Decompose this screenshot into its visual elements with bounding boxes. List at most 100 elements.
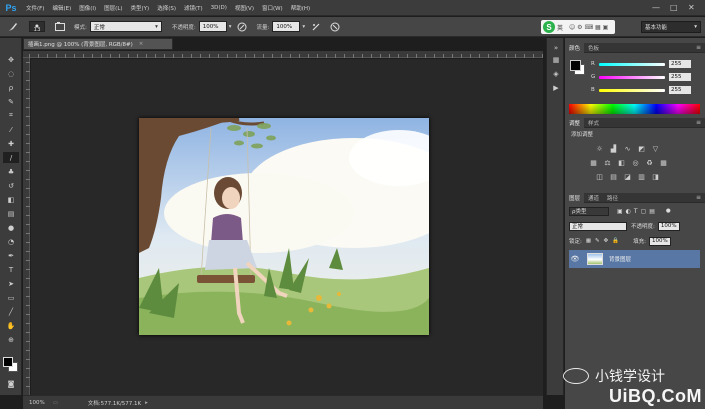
tab-adjustments[interactable]: 调整 xyxy=(565,117,585,128)
flow-input[interactable]: 100% xyxy=(272,21,301,32)
menu-edit[interactable]: 编辑(E) xyxy=(48,4,75,12)
exposure-icon[interactable]: ◩ xyxy=(637,144,646,153)
menu-layer[interactable]: 图层(L) xyxy=(100,4,126,12)
gradient-map-icon[interactable]: ▥ xyxy=(637,172,646,181)
airbrush-icon[interactable] xyxy=(309,20,322,33)
brush-size-picker[interactable]: ● 13 xyxy=(29,21,45,33)
layer-row[interactable]: 👁 背景图层 xyxy=(569,250,700,268)
healing-tool-icon[interactable]: ✚ xyxy=(3,138,19,149)
filter-toggle-icon[interactable]: ● xyxy=(666,208,671,214)
tab-paths[interactable]: 路径 xyxy=(603,193,622,203)
properties-panel-icon[interactable]: ◈ xyxy=(550,68,562,79)
marquee-tool-icon[interactable]: ◌ xyxy=(3,68,19,79)
vibrance-icon[interactable]: ▽ xyxy=(651,144,660,153)
menu-file[interactable]: 文件(F) xyxy=(22,4,48,12)
color-spectrum-ramp[interactable] xyxy=(569,104,700,114)
close-window-button[interactable]: ✕ xyxy=(688,2,695,14)
menu-view[interactable]: 视图(V) xyxy=(231,4,258,12)
menu-filter[interactable]: 滤镜(T) xyxy=(180,4,207,12)
line-tool-icon[interactable]: ╱ xyxy=(3,306,19,317)
channel-mixer-icon[interactable]: ♻ xyxy=(645,158,654,167)
mode-select[interactable]: 正常 ▾ xyxy=(89,21,162,32)
quick-select-tool-icon[interactable]: ✎ xyxy=(3,96,19,107)
fill-input[interactable]: 100% xyxy=(648,236,671,246)
dodge-tool-icon[interactable]: ◔ xyxy=(3,236,19,247)
green-value-input[interactable]: 255 xyxy=(669,73,691,81)
gradient-tool-icon[interactable]: ▤ xyxy=(3,208,19,219)
photo-filter-icon[interactable]: ◎ xyxy=(631,158,640,167)
black-white-icon[interactable]: ◧ xyxy=(617,158,626,167)
opacity-dropdown-icon[interactable]: ▾ xyxy=(229,24,232,30)
blue-slider[interactable] xyxy=(599,88,665,92)
tab-styles[interactable]: 样式 xyxy=(584,118,603,128)
crop-tool-icon[interactable]: ⌗ xyxy=(3,110,19,121)
menu-select[interactable]: 选择(S) xyxy=(153,4,180,12)
type-tool-icon[interactable]: T xyxy=(3,264,19,275)
panel-menu-icon[interactable]: ≡ xyxy=(696,44,701,51)
quick-mask-icon[interactable]: ◙ xyxy=(3,378,19,389)
pressure-size-icon[interactable] xyxy=(328,20,341,33)
layer-kind-select[interactable]: ρ类型 xyxy=(569,206,609,216)
levels-icon[interactable]: ▟ xyxy=(609,144,618,153)
brightness-icon[interactable]: ☼ xyxy=(595,144,604,153)
layer-filter-icons[interactable]: ▣◐T▢▤ xyxy=(617,208,658,215)
eye-icon[interactable]: 👁 xyxy=(569,255,581,263)
tab-color[interactable]: 颜色 xyxy=(565,42,585,53)
actions-panel-icon[interactable]: ▶ xyxy=(550,82,562,93)
pen-tool-icon[interactable]: ✒ xyxy=(3,250,19,261)
blend-mode-select[interactable]: 正常 xyxy=(569,221,627,231)
eyedropper-tool-icon[interactable]: ⁄ xyxy=(3,124,19,135)
history-brush-tool-icon[interactable]: ↺ xyxy=(3,180,19,191)
status-export-icon[interactable]: ▭ xyxy=(53,400,58,406)
hue-saturation-icon[interactable]: ▦ xyxy=(589,158,598,167)
horizontal-ruler[interactable] xyxy=(23,51,543,58)
tab-layers[interactable]: 图层 xyxy=(565,192,585,203)
close-tab-icon[interactable]: × xyxy=(139,41,144,47)
panel-menu-icon[interactable]: ≡ xyxy=(696,119,701,126)
flow-dropdown-icon[interactable]: ▾ xyxy=(302,24,305,30)
menu-type[interactable]: 类型(Y) xyxy=(127,4,154,12)
status-arrow-icon[interactable]: ▸ xyxy=(145,400,148,406)
selective-color-icon[interactable]: ◨ xyxy=(651,172,660,181)
opacity-input[interactable]: 100% xyxy=(198,21,227,32)
maximize-button[interactable]: □ xyxy=(670,2,678,14)
color-lookup-icon[interactable]: ▦ xyxy=(659,158,668,167)
lock-icons[interactable]: ▦✎✥🔒 xyxy=(586,238,623,244)
eraser-tool-icon[interactable]: ◧ xyxy=(3,194,19,205)
red-value-input[interactable]: 255 xyxy=(669,60,691,68)
pressure-opacity-icon[interactable] xyxy=(235,20,248,33)
foreground-color-swatch[interactable] xyxy=(3,357,13,367)
menu-image[interactable]: 图像(I) xyxy=(75,4,100,12)
curves-icon[interactable]: ∿ xyxy=(623,144,632,153)
color-balance-icon[interactable]: ⚖ xyxy=(603,158,612,167)
clone-stamp-tool-icon[interactable]: ♣ xyxy=(3,166,19,177)
document-tab[interactable]: 插画1.png @ 100% (背景图层, RGB/8#) × xyxy=(23,38,173,50)
brush-tool-icon[interactable] xyxy=(6,20,19,33)
brush-tool-icon[interactable]: / xyxy=(3,152,19,163)
collapse-panels-icon[interactable]: » xyxy=(550,42,562,53)
history-panel-icon[interactable]: ▦ xyxy=(550,54,562,65)
blur-tool-icon[interactable]: ● xyxy=(3,222,19,233)
minimize-button[interactable]: — xyxy=(652,2,660,14)
panel-menu-icon[interactable]: ≡ xyxy=(696,194,701,201)
menu-window[interactable]: 窗口(W) xyxy=(258,4,287,12)
layer-opacity-input[interactable]: 100% xyxy=(657,221,680,231)
shape-tool-icon[interactable]: ▭ xyxy=(3,292,19,303)
move-tool-icon[interactable]: ✥ xyxy=(3,54,19,65)
lasso-tool-icon[interactable]: ρ xyxy=(3,82,19,93)
blue-value-input[interactable]: 255 xyxy=(669,86,691,94)
brush-panel-icon[interactable] xyxy=(53,20,66,33)
green-slider[interactable] xyxy=(599,75,665,79)
threshold-icon[interactable]: ◪ xyxy=(623,172,632,181)
menu-3d[interactable]: 3D(D) xyxy=(207,5,231,11)
zoom-level[interactable]: 100% xyxy=(23,400,49,406)
vertical-ruler[interactable] xyxy=(23,58,30,395)
hand-tool-icon[interactable]: ✋ xyxy=(3,320,19,331)
workspace-select[interactable]: 基本功能 ▾ xyxy=(641,21,701,33)
document-canvas[interactable] xyxy=(139,118,429,335)
color-fg-swatch[interactable] xyxy=(570,60,581,71)
input-method-badge[interactable]: S 英 ☺ ⚙ ⌨ ▦ ▣ xyxy=(541,20,615,34)
posterize-icon[interactable]: ▤ xyxy=(609,172,618,181)
tab-channels[interactable]: 通道 xyxy=(584,193,603,203)
red-slider[interactable] xyxy=(599,62,665,66)
